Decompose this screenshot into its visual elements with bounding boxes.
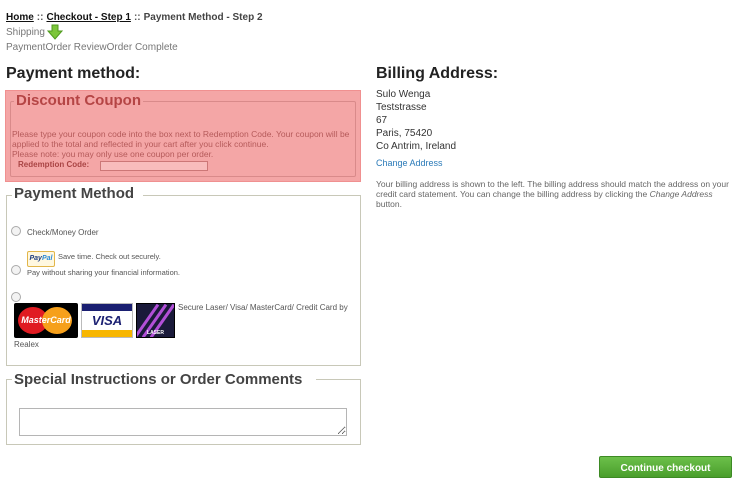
check-money-order-radio[interactable] xyxy=(11,226,21,236)
progress-complete: Order Complete xyxy=(106,42,178,53)
billing-note-link-text: Change Address xyxy=(649,189,713,199)
continue-checkout-button[interactable]: Continue checkout xyxy=(599,456,732,478)
progress-shipping: Shipping xyxy=(6,24,63,40)
breadcrumb-step1-link[interactable]: Checkout - Step 1 xyxy=(46,12,130,23)
order-comments-textarea[interactable] xyxy=(19,408,347,436)
coupon-instructions-text: Please type your coupon code into the bo… xyxy=(12,129,350,149)
breadcrumb-separator: :: xyxy=(133,12,141,23)
billing-address-title: Billing Address: xyxy=(376,65,499,82)
breadcrumb-separator: :: xyxy=(36,12,44,23)
order-comments-legend: Special Instructions or Order Comments xyxy=(14,371,303,388)
redemption-code-label: Redemption Code: xyxy=(18,160,90,169)
credit-card-provider: Realex xyxy=(14,340,39,349)
paypal-logo-pal: Pal xyxy=(41,255,53,262)
breadcrumb-home-link[interactable]: Home xyxy=(6,12,34,23)
breadcrumb: Home:: Checkout - Step 1:: Payment Method … xyxy=(6,12,263,23)
progress-steps: PaymentOrder ReviewOrder Complete xyxy=(6,42,178,53)
mastercard-logo: MasterCard xyxy=(14,303,78,338)
billing-region: Co Antrim, Ireland xyxy=(376,141,457,152)
laser-text: LASER xyxy=(147,330,164,336)
fieldset-border xyxy=(316,379,361,380)
billing-number: 67 xyxy=(376,115,388,126)
payment-method-fieldset xyxy=(6,195,361,366)
paypal-tagline: Save time. Check out securely. xyxy=(58,252,161,261)
coupon-note-text: Please note: you may only use one coupon… xyxy=(12,149,214,159)
laser-logo: LASER xyxy=(136,303,175,338)
visa-logo: VISA xyxy=(81,303,133,338)
fieldset-border xyxy=(143,195,361,196)
redemption-code-input[interactable] xyxy=(100,161,208,171)
fieldset-border xyxy=(6,379,12,380)
billing-street: Teststrasse xyxy=(376,102,427,113)
paypal-radio[interactable] xyxy=(11,265,21,275)
payment-section-title: Payment method: xyxy=(6,65,141,82)
paypal-logo-pay: Pay xyxy=(29,255,42,262)
change-address-link[interactable]: Change Address xyxy=(376,158,443,168)
billing-note-text-end: button. xyxy=(376,199,402,209)
billing-note: Your billing address is shown to the lef… xyxy=(376,179,736,209)
check-money-order-label: Check/Money Order xyxy=(27,228,99,237)
coupon-instructions: Please type your coupon code into the bo… xyxy=(12,129,357,159)
credit-card-label: Secure Laser/ Visa/ MasterCard/ Credit C… xyxy=(178,303,348,312)
breadcrumb-current: Payment Method - Step 2 xyxy=(143,12,263,23)
paypal-subtext: Pay without sharing your financial infor… xyxy=(27,268,180,277)
arrow-down-icon xyxy=(46,24,63,40)
fieldset-border xyxy=(6,195,12,196)
progress-shipping-label: Shipping xyxy=(6,26,45,38)
billing-city: Paris, 75420 xyxy=(376,128,433,139)
paypal-logo: PayPal xyxy=(27,251,55,267)
discount-coupon-legend: Discount Coupon xyxy=(14,92,143,109)
payment-method-legend: Payment Method xyxy=(14,185,135,202)
visa-text: VISA xyxy=(91,313,123,328)
mastercard-text: MasterCard xyxy=(21,315,71,325)
credit-card-radio[interactable] xyxy=(11,292,21,302)
progress-review: Order Review xyxy=(45,42,107,53)
progress-payment: Payment xyxy=(6,42,46,53)
billing-name: Sulo Wenga xyxy=(376,89,431,100)
